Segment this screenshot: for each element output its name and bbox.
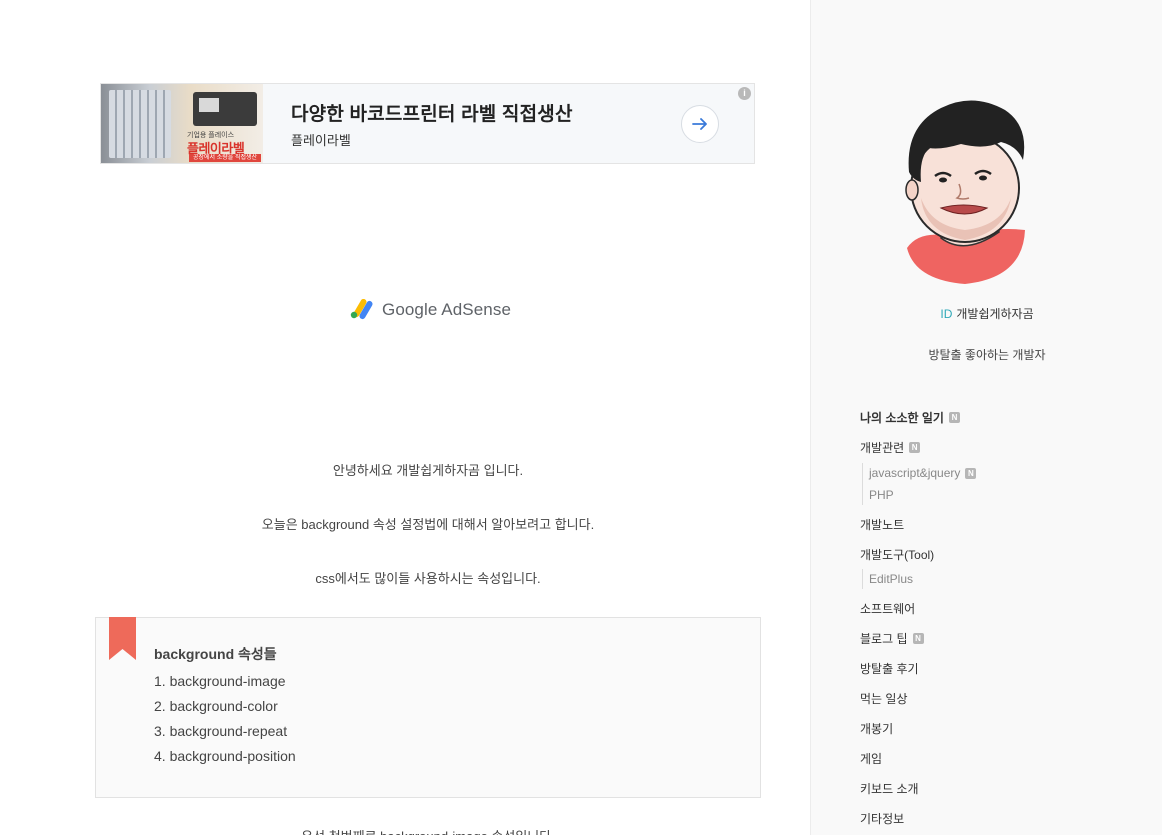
user-description: 방탈출 좋아하는 개발자 bbox=[928, 348, 1046, 362]
category-item-dev[interactable]: 개발관련 N bbox=[860, 437, 1120, 457]
blog-user-id: ID 개발쉽게하자곰 bbox=[811, 305, 1162, 322]
bookmark-icon bbox=[109, 617, 136, 660]
main-content: 기업용 플레이스 플레이라벨 공장에서 소량을 직접생산 다양한 바코드프린터 … bbox=[0, 0, 810, 835]
new-badge-icon: N bbox=[909, 441, 921, 453]
category-label[interactable]: 개봉기 bbox=[860, 720, 893, 737]
ad-banner[interactable]: 기업용 플레이스 플레이라벨 공장에서 소량을 직접생산 다양한 바코드프린터 … bbox=[100, 83, 755, 164]
category-label[interactable]: 먹는 일상 bbox=[860, 690, 908, 707]
new-badge-icon: N bbox=[965, 467, 977, 479]
category-item-food[interactable]: 먹는 일상 bbox=[860, 687, 1120, 709]
category-list: 나의 소소한 일기 N 개발관련 N javascript&jquery N P… bbox=[860, 407, 1120, 829]
subcategory-label[interactable]: javascript&jquery bbox=[869, 466, 960, 480]
note-title: background 속성들 bbox=[154, 646, 277, 662]
arrow-right-icon bbox=[692, 117, 707, 130]
category-item-blog-tip[interactable]: 블로그 팁 N bbox=[860, 627, 1120, 649]
ad-title[interactable]: 다양한 바코드프린터 라벨 직접생산 bbox=[291, 99, 681, 126]
note-item: 2. background-color bbox=[154, 698, 278, 714]
category-item-note[interactable]: 개발노트 bbox=[860, 513, 1120, 535]
ad-thumbnail[interactable]: 기업용 플레이스 플레이라벨 공장에서 소량을 직접생산 bbox=[101, 84, 263, 163]
google-adsense: Google AdSense bbox=[350, 299, 511, 320]
category-label[interactable]: 블로그 팁 bbox=[860, 630, 908, 647]
category-item-keyboard[interactable]: 키보드 소개 bbox=[860, 777, 1120, 799]
category-item-unboxing[interactable]: 개봉기 bbox=[860, 717, 1120, 739]
username[interactable]: 개발쉽게하자곰 bbox=[956, 307, 1033, 321]
sidebar: ID 개발쉽게하자곰 방탈출 좋아하는 개발자 나의 소소한 일기 N 개발관련 … bbox=[810, 0, 1162, 835]
category-root[interactable]: 나의 소소한 일기 N bbox=[860, 407, 1120, 427]
category-label[interactable]: 개발노트 bbox=[860, 516, 904, 533]
subcategory-label[interactable]: EditPlus bbox=[869, 572, 913, 586]
note-box: background 속성들 1. background-image 2. ba… bbox=[95, 617, 761, 798]
ad-subtitle[interactable]: 플레이라벨 bbox=[291, 130, 681, 149]
id-label: ID bbox=[940, 307, 953, 321]
label-machine-image bbox=[109, 90, 171, 158]
note-item: 3. background-repeat bbox=[154, 723, 288, 739]
category-label[interactable]: 키보드 소개 bbox=[860, 780, 919, 797]
google-ads-logo-icon bbox=[350, 299, 373, 320]
subcategory-group-dev: javascript&jquery N PHP bbox=[862, 463, 1120, 505]
subcategory-item-javascript[interactable]: javascript&jquery N bbox=[869, 463, 1120, 483]
category-label[interactable]: 기타정보 bbox=[860, 810, 904, 827]
post-next-paragraph: 우선 첫번째로 background-image 속성입니다. bbox=[95, 826, 761, 835]
new-badge-icon: N bbox=[948, 411, 960, 423]
ad-text[interactable]: 다양한 바코드프린터 라벨 직접생산 플레이라벨 bbox=[263, 99, 681, 149]
note-item: 4. background-position bbox=[154, 748, 296, 764]
category-label[interactable]: 소프트웨어 bbox=[860, 600, 915, 617]
post-greeting: 안녕하세요 개발쉽게하자곰 입니다. bbox=[332, 463, 524, 478]
category-label[interactable]: 개발도구(Tool) bbox=[860, 546, 934, 563]
note-content: background 속성들 1. background-image 2. ba… bbox=[154, 644, 296, 773]
post-usage: css에서도 많이들 사용하시는 속성입니다. bbox=[315, 571, 541, 586]
category-label[interactable]: 게임 bbox=[860, 750, 882, 767]
category-item-escape-room[interactable]: 방탈출 후기 bbox=[860, 657, 1120, 679]
category-item-software[interactable]: 소프트웨어 bbox=[860, 597, 1120, 619]
category-item-etc[interactable]: 기타정보 bbox=[860, 807, 1120, 829]
ad-arrow-button[interactable] bbox=[681, 104, 719, 143]
subcategory-label[interactable]: PHP bbox=[869, 488, 894, 502]
post-intro: 오늘은 background 속성 설정법에 대해서 알아보려고 합니다. bbox=[261, 517, 595, 532]
note-item: 1. background-image bbox=[154, 673, 286, 689]
subcategory-item-php[interactable]: PHP bbox=[869, 485, 1120, 505]
category-root-label[interactable]: 나의 소소한 일기 bbox=[860, 409, 944, 426]
category-label[interactable]: 방탈출 후기 bbox=[860, 660, 919, 677]
ad-tagline: 공장에서 소량을 직접생산 bbox=[189, 154, 261, 162]
ad-info-icon[interactable]: i bbox=[738, 87, 751, 100]
new-badge-icon: N bbox=[912, 632, 924, 644]
subcategory-group-tool: EditPlus bbox=[862, 569, 1120, 589]
adsense-label: Google AdSense bbox=[382, 299, 511, 319]
category-label[interactable]: 개발관련 bbox=[860, 439, 904, 456]
barcode-printer-image bbox=[193, 92, 257, 126]
category-item-tool[interactable]: 개발도구(Tool) bbox=[860, 543, 1120, 565]
category-item-game[interactable]: 게임 bbox=[860, 747, 1120, 769]
profile-avatar[interactable] bbox=[901, 98, 1029, 288]
subcategory-item-editplus[interactable]: EditPlus bbox=[869, 569, 1120, 589]
